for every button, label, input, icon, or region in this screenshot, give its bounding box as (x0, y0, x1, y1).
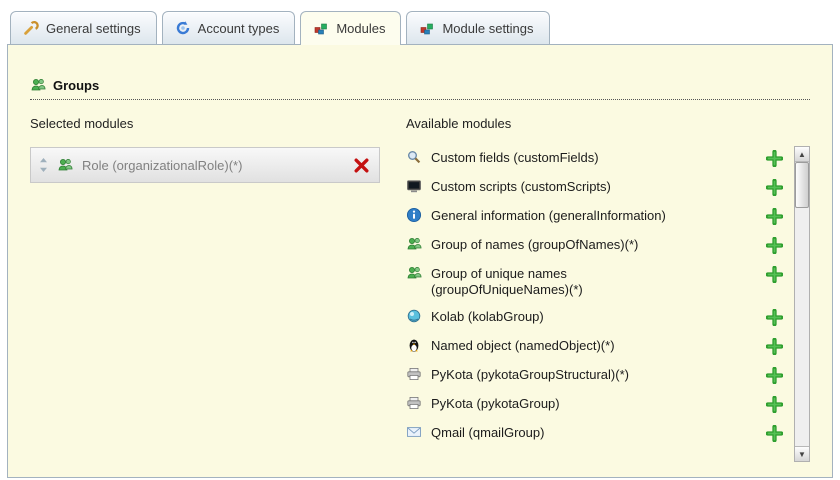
drag-handle-icon[interactable] (39, 157, 48, 173)
module-label: General information (generalInformation) (431, 208, 666, 223)
available-module-row: PyKota (pykotaGroupStructural)(*) (406, 361, 786, 390)
module-label: PyKota (pykotaGroupStructural)(*) (431, 367, 629, 382)
mail-icon (406, 424, 422, 440)
modules-panel: Groups Selected modules Role (organizati… (7, 44, 833, 478)
module-label: Qmail (qmailGroup) (431, 425, 545, 440)
modules-icon (419, 20, 435, 36)
available-modules-column: Available modules Custom fields (customF… (406, 116, 810, 462)
module-label: Custom fields (customFields) (431, 150, 599, 165)
kolab-icon (406, 308, 422, 324)
selected-modules-heading: Selected modules (30, 116, 134, 131)
scrollbar-thumb[interactable] (795, 162, 809, 208)
lam-configuration-window: General settings Account types Modules M… (0, 0, 840, 480)
tab-general-settings[interactable]: General settings (10, 11, 157, 44)
add-module-button[interactable] (766, 178, 784, 196)
available-module-row: Kolab (kolabGroup) (406, 303, 786, 332)
add-module-button[interactable] (766, 149, 784, 167)
info-icon (406, 207, 422, 223)
printer-icon (406, 395, 422, 411)
available-module-row: Named object (namedObject)(*) (406, 332, 786, 361)
add-module-button[interactable] (766, 366, 784, 384)
section-heading: Groups (30, 77, 810, 100)
terminal-icon (406, 178, 422, 194)
add-module-button[interactable] (766, 424, 784, 442)
add-module-button[interactable] (766, 236, 784, 254)
tab-label: Module settings (442, 20, 534, 36)
tab-account-types[interactable]: Account types (161, 11, 296, 44)
group-icon (406, 236, 422, 252)
remove-module-button[interactable] (353, 156, 371, 174)
up-arrow-glyph: ▲ (798, 149, 806, 159)
group-icon (30, 77, 46, 93)
available-module-row: PyKota (pykotaGroup) (406, 390, 786, 419)
add-module-button[interactable] (766, 337, 784, 355)
add-module-button[interactable] (766, 265, 784, 283)
available-module-row: General information (generalInformation) (406, 202, 786, 231)
scrollbar-track[interactable] (795, 162, 809, 446)
available-module-row: Group of unique names (groupOfUniqueName… (406, 260, 786, 303)
tab-label: Account types (197, 20, 280, 36)
module-label: Kolab (kolabGroup) (431, 309, 544, 324)
available-module-row: Qmail (qmailGroup) (406, 419, 786, 448)
group-icon (57, 157, 73, 173)
scroll-down-button[interactable]: ▼ (795, 446, 809, 461)
scroll-up-button[interactable]: ▲ (795, 147, 809, 162)
module-columns: Selected modules Role (organizationalRol… (30, 116, 810, 462)
add-module-button[interactable] (766, 207, 784, 225)
refresh-gear-icon (175, 20, 191, 36)
tab-label: General settings (46, 20, 141, 36)
section-title: Groups (53, 77, 100, 93)
module-label: Group of names (groupOfNames)(*) (431, 237, 639, 252)
selected-modules-column: Selected modules Role (organizationalRol… (30, 116, 380, 448)
module-label: Named object (namedObject)(*) (431, 338, 615, 353)
tab-module-settings[interactable]: Module settings (406, 11, 550, 44)
group-icon (406, 265, 422, 281)
available-module-row: Group of names (groupOfNames)(*) (406, 231, 786, 260)
modules-icon (313, 20, 329, 36)
available-modules-list: Custom fields (customFields) Custom scri… (406, 144, 786, 448)
tab-modules[interactable]: Modules (300, 11, 402, 45)
scrollbar[interactable]: ▲ ▼ (794, 146, 810, 462)
available-module-row: Custom scripts (customScripts) (406, 173, 786, 202)
wrench-icon (23, 20, 39, 36)
module-label: Custom scripts (customScripts) (431, 179, 611, 194)
module-label: PyKota (pykotaGroup) (431, 396, 560, 411)
available-modules-heading: Available modules (406, 116, 512, 131)
module-label: Role (organizationalRole)(*) (82, 157, 243, 173)
available-module-row: Custom fields (customFields) (406, 144, 786, 173)
add-module-button[interactable] (766, 308, 784, 326)
add-module-button[interactable] (766, 395, 784, 413)
down-arrow-glyph: ▼ (798, 449, 806, 459)
magnifier-icon (406, 149, 422, 165)
tab-label: Modules (336, 20, 386, 36)
tux-icon (406, 337, 422, 353)
module-label: Group of unique names (groupOfUniqueName… (431, 266, 583, 297)
selected-module-row[interactable]: Role (organizationalRole)(*) (30, 147, 380, 183)
printer-icon (406, 366, 422, 382)
tab-bar: General settings Account types Modules M… (0, 0, 840, 45)
